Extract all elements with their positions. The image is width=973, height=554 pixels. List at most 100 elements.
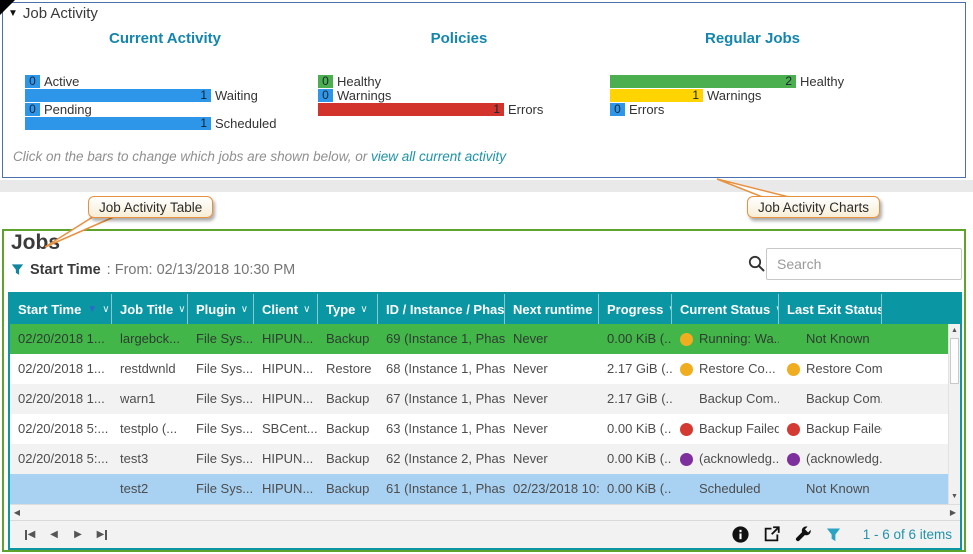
column-menu-chevron-icon[interactable]: ∨ [241, 304, 248, 315]
status-text: (acknowledg... [699, 451, 779, 466]
bar-errors[interactable]: 1 [318, 103, 504, 116]
column-header-plugin[interactable]: Plugin ∨ [188, 294, 254, 324]
bar-label: Active [44, 74, 80, 89]
column-label: Current Status [680, 301, 771, 317]
vertical-scrollbar[interactable]: ▲ ▼ [948, 324, 960, 504]
callout-job-activity-table: Job Activity Table [88, 196, 214, 218]
cell-id-instance-phase: 67 (Instance 1, Phase 1) [386, 391, 505, 406]
cell-id-instance-phase: 61 (Instance 1, Phase 1) [386, 481, 505, 496]
column-header-progress[interactable]: Progress∨ [599, 294, 672, 324]
horizontal-scrollbar[interactable]: ◀ ▶ [10, 504, 960, 520]
cell-client: HIPUN... [262, 451, 314, 466]
column-menu-chevron-icon[interactable]: ∨ [360, 304, 367, 315]
search-icon [748, 255, 765, 272]
bar-waiting[interactable]: 1 [25, 89, 211, 102]
bar-pending[interactable]: 0 [25, 103, 40, 116]
column-header-next-runtime[interactable]: Next runtime∨ [505, 294, 599, 324]
cell-id-instance-phase: 69 (Instance 1, Phase 1) [386, 331, 505, 346]
cell-id-instance-phase: 63 (Instance 1, Phase 1) [386, 421, 505, 436]
status-dot-slot [680, 325, 699, 354]
filter-toggle-button[interactable] [826, 527, 841, 543]
search-input[interactable] [766, 248, 962, 280]
bar-value: 1 [200, 88, 207, 102]
column-menu-chevron-icon[interactable]: ∨ [102, 304, 109, 315]
wrench-icon [795, 526, 811, 542]
bar-value: 1 [493, 102, 500, 116]
page: ▼ Job Activity Current Activity 0 Active 1 W… [0, 0, 973, 554]
bar-row-errors: 1 Errors [318, 103, 600, 116]
bar-warnings[interactable]: 0 [318, 89, 333, 102]
column-menu-chevron-icon[interactable]: ∨ [178, 304, 185, 315]
cell-plugin: File Sys... [196, 421, 254, 436]
scroll-up-button[interactable]: ▲ [949, 324, 960, 338]
cell-client: HIPUN... [262, 331, 314, 346]
last-page-button[interactable]: ▶ [90, 529, 114, 540]
column-header-type[interactable]: Type ∨ [318, 294, 378, 324]
column-header-start-time[interactable]: Start Time ▼ ∨ [10, 294, 112, 324]
cell-last-exit-status: Restore Com... [779, 354, 882, 384]
column-menu-chevron-icon[interactable]: ∨ [303, 304, 310, 315]
status-dot-slot [787, 355, 806, 384]
scroll-right-button[interactable]: ▶ [946, 505, 960, 520]
column-header-id-instance-phase[interactable]: ID / Instance / Phase∨ [378, 294, 505, 324]
cell-progress: 2.17 GiB (... [607, 391, 672, 406]
scroll-down-button[interactable]: ▼ [949, 490, 960, 504]
bar-scheduled[interactable]: 1 [25, 117, 211, 130]
cell-last-exit-status: Backup Failed [779, 414, 882, 444]
filter-funnel-icon [826, 527, 840, 541]
table-row[interactable]: 02/20/2018 1... warn1 File Sys... HIPUN... B… [10, 384, 948, 414]
bar-warnings[interactable]: 1 [610, 89, 703, 102]
table-row[interactable]: test2 File Sys... HIPUN... Backup 61 (Instan… [10, 474, 948, 504]
table-row[interactable]: 02/20/2018 1... largebck... File Sys... HIP… [10, 324, 948, 354]
status-dot-red [680, 422, 693, 436]
cell-job-title: restdwnld [120, 361, 176, 376]
active-filter[interactable]: Start Time: From: 02/13/2018 10:30 PM [11, 262, 295, 278]
bar-row-scheduled: 1 Scheduled [25, 117, 305, 130]
bar-healthy[interactable]: 0 [318, 75, 333, 88]
column-header-job-title[interactable]: Job Title ∨ [112, 294, 188, 324]
bar-value: 0 [322, 74, 329, 88]
first-page-button[interactable]: ◀ [18, 529, 42, 540]
panel-title: Job Activity [22, 5, 98, 22]
info-button[interactable] [732, 526, 749, 543]
view-all-activity-link[interactable]: view all current activity [371, 149, 506, 164]
bar-label: Waiting [215, 88, 258, 103]
background-band [0, 180, 973, 192]
status-dot-slot [787, 415, 806, 444]
column-header-last-exit-status[interactable]: Last Exit Status∨ [779, 294, 882, 324]
table-row[interactable]: 02/20/2018 5:... testplo (... File Sys... S… [10, 414, 948, 444]
grid-footer: ◀ ◀ ▶ ▶ 1 - 6 of 6 items [10, 520, 960, 548]
cell-client: HIPUN... [262, 361, 314, 376]
cell-start-time: 02/20/2018 5:... [18, 421, 109, 436]
column-header-current-status[interactable]: Current Status∨ [672, 294, 779, 324]
column-header-filler [882, 294, 960, 324]
cell-plugin: File Sys... [196, 451, 254, 466]
cell-job-title: test3 [120, 451, 149, 466]
grid-body: 02/20/2018 1... largebck... File Sys... HIP… [10, 324, 948, 504]
column-label: Progress [607, 301, 664, 317]
tools-button[interactable] [794, 526, 812, 543]
cell-progress: 0.00 KiB (... [607, 331, 672, 346]
bar-healthy[interactable]: 2 [610, 75, 796, 88]
next-page-button[interactable]: ▶ [66, 529, 90, 540]
table-row[interactable]: 02/20/2018 1... restdwnld File Sys... HIPUN… [10, 354, 948, 384]
cell-type: Backup [326, 481, 370, 496]
scroll-left-button[interactable]: ◀ [10, 505, 24, 520]
cell-job-title: largebck... [120, 331, 180, 346]
cell-id-instance-phase: 62 (Instance 2, Phase 1) [386, 451, 505, 466]
bar-row-pending: 0 Pending [25, 103, 305, 116]
cell-start-time: 02/20/2018 1... [18, 391, 105, 406]
bar-label: Errors [629, 102, 665, 117]
cell-progress: 2.17 GiB (... [607, 361, 672, 376]
cell-start-time: 02/20/2018 1... [18, 361, 105, 376]
column-label: ID / Instance / Phase [386, 301, 505, 317]
status-dot-yellow [680, 332, 693, 346]
job-activity-panel-header[interactable]: ▼ Job Activity [8, 5, 98, 22]
prev-page-button[interactable]: ◀ [42, 529, 66, 540]
export-button[interactable] [763, 526, 780, 543]
table-row[interactable]: 02/20/2018 5:... test3 File Sys... HIPUN...… [10, 444, 948, 474]
column-header-client[interactable]: Client ∨ [254, 294, 318, 324]
bar-active[interactable]: 0 [25, 75, 40, 88]
bar-errors[interactable]: 0 [610, 103, 625, 116]
vertical-scroll-thumb[interactable] [950, 338, 959, 384]
